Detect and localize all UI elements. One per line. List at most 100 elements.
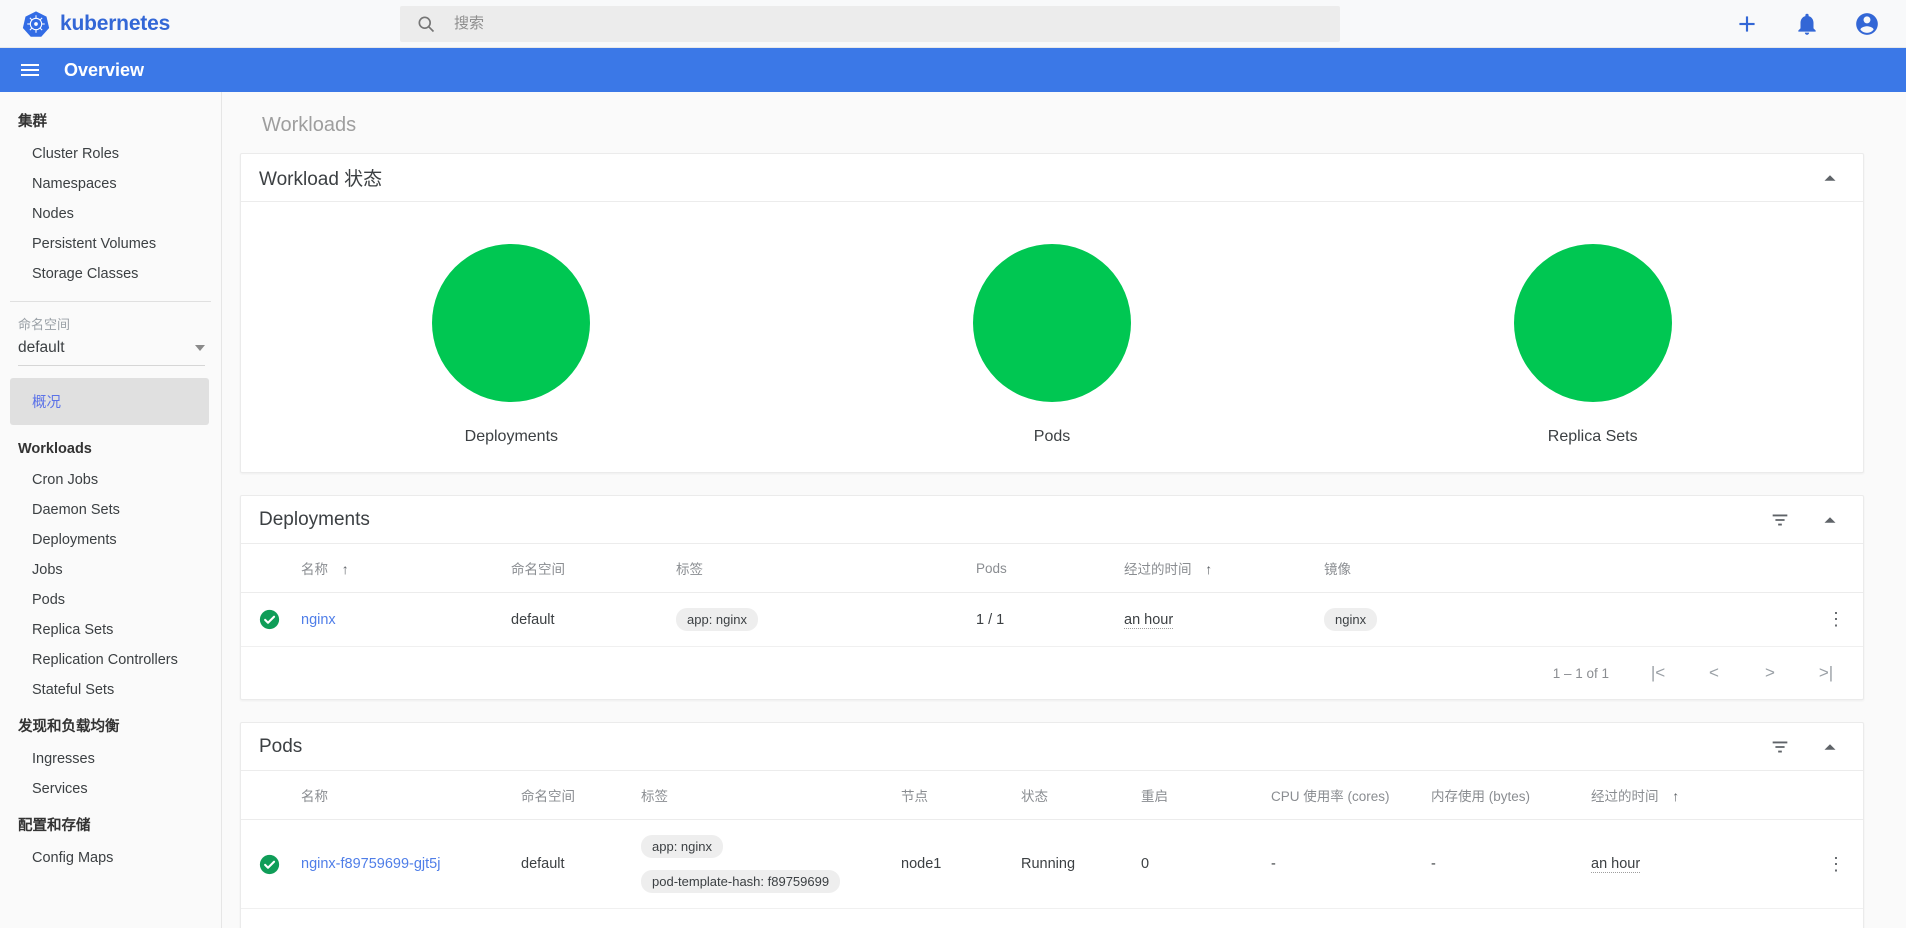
pod-cell-status bbox=[241, 819, 293, 909]
last-page-icon[interactable]: >| bbox=[1815, 663, 1837, 683]
pods-card: Pods 名称 命名空间 标签 节点 状态 重启 CPU 使用率 (cores)… bbox=[240, 722, 1864, 928]
topbar-actions bbox=[1734, 11, 1906, 37]
pie-chart-pods bbox=[973, 244, 1131, 402]
sidebar-item-deployments[interactable]: Deployments bbox=[0, 525, 221, 555]
sidebar-item-ingresses[interactable]: Ingresses bbox=[0, 744, 221, 774]
namespace-label: 命名空间 bbox=[18, 317, 71, 332]
filter-icon[interactable] bbox=[1769, 736, 1791, 758]
workload-status-card: Workload 状态 Deployments Pods Replica Set… bbox=[240, 153, 1864, 473]
dep-cell-pods: 1 / 1 bbox=[968, 592, 1116, 647]
dep-col-status bbox=[241, 544, 293, 593]
sidebar-item-replica-sets[interactable]: Replica Sets bbox=[0, 615, 221, 645]
sidebar-group-workloads: Workloads bbox=[18, 441, 92, 457]
deployments-actions bbox=[1769, 509, 1841, 531]
pod-col-namespace[interactable]: 命名空间 bbox=[513, 771, 633, 820]
bell-icon[interactable] bbox=[1794, 11, 1820, 37]
dep-col-age-label: 经过的时间 bbox=[1124, 562, 1192, 577]
namespace-value: default bbox=[18, 339, 65, 356]
dep-col-pods[interactable]: Pods bbox=[968, 544, 1116, 593]
filter-icon[interactable] bbox=[1769, 509, 1791, 531]
sidebar-item-services[interactable]: Services bbox=[0, 774, 221, 804]
dep-col-labels[interactable]: 标签 bbox=[668, 544, 968, 593]
sidebar-item-cluster-roles[interactable]: Cluster Roles bbox=[0, 139, 221, 169]
pod-col-status bbox=[241, 771, 293, 820]
pod-cell-node: node1 bbox=[893, 819, 1013, 909]
dep-cell-images: nginx bbox=[1316, 592, 1817, 647]
dep-cell-namespace: default bbox=[503, 592, 668, 647]
dep-col-images[interactable]: 镜像 bbox=[1316, 544, 1817, 593]
sidebar-item-replication-controllers[interactable]: Replication Controllers bbox=[0, 645, 221, 675]
pod-col-memory[interactable]: 内存使用 (bytes) bbox=[1423, 771, 1583, 820]
pod-col-node[interactable]: 节点 bbox=[893, 771, 1013, 820]
sidebar-group-config: 配置和存储 bbox=[18, 818, 91, 834]
deployments-card: Deployments 名称 ↑ 命名空间 标签 Pods 经过的时间 ↑ 镜像… bbox=[240, 495, 1864, 700]
pod-col-labels[interactable]: 标签 bbox=[633, 771, 893, 820]
pie-label-replica-sets: Replica Sets bbox=[1547, 428, 1638, 445]
pie-label-pods: Pods bbox=[1033, 428, 1071, 445]
account-circle-icon[interactable] bbox=[1854, 11, 1880, 37]
sort-asc-icon: ↑ bbox=[1672, 788, 1680, 804]
more-vert-icon[interactable]: ⋮ bbox=[1827, 854, 1845, 874]
more-vert-icon[interactable]: ⋮ bbox=[1827, 609, 1845, 629]
sidebar-item-stateful-sets[interactable]: Stateful Sets bbox=[0, 675, 221, 705]
sidebar-item-nodes[interactable]: Nodes bbox=[0, 199, 221, 229]
sidebar-item-cron-jobs[interactable]: Cron Jobs bbox=[0, 465, 221, 495]
hamburger-menu-icon[interactable] bbox=[18, 58, 42, 82]
chevron-up-icon[interactable] bbox=[1819, 509, 1841, 531]
workload-status-charts: Deployments Pods Replica Sets bbox=[241, 202, 1863, 472]
sidebar-item-overview[interactable]: 概况 bbox=[10, 378, 209, 425]
deployment-name-link[interactable]: nginx bbox=[301, 612, 336, 628]
pod-col-status-text[interactable]: 状态 bbox=[1013, 771, 1133, 820]
chevron-up-icon[interactable] bbox=[1819, 167, 1841, 189]
pod-cell-namespace: default bbox=[513, 819, 633, 909]
search-bar[interactable] bbox=[400, 5, 1340, 42]
deployments-pagination: 1 – 1 of 1 |< < > >| bbox=[241, 647, 1863, 699]
workload-status-header: Workload 状态 bbox=[241, 154, 1863, 202]
pods-pagination: 1 – 1 of 1 |< < > >| bbox=[241, 909, 1863, 928]
pod-cell-restarts: 0 bbox=[1133, 819, 1263, 909]
chevron-up-icon[interactable] bbox=[1819, 736, 1841, 758]
sidebar-item-namespaces[interactable]: Namespaces bbox=[0, 169, 221, 199]
page-title-header: Overview bbox=[64, 59, 145, 80]
dep-col-age[interactable]: 经过的时间 ↑ bbox=[1116, 544, 1316, 593]
pod-cell-actions: ⋮ bbox=[1817, 819, 1863, 909]
brand[interactable]: kubernetes bbox=[0, 10, 400, 38]
sidebar-item-jobs[interactable]: Jobs bbox=[0, 555, 221, 585]
search-input[interactable] bbox=[452, 14, 1324, 33]
pod-col-age[interactable]: 经过的时间 ↑ bbox=[1583, 771, 1817, 820]
sidebar-item-persistent-volumes[interactable]: Persistent Volumes bbox=[0, 229, 221, 259]
pod-col-name[interactable]: 名称 bbox=[293, 771, 513, 820]
prev-page-icon[interactable]: < bbox=[1703, 663, 1725, 683]
sidebar-item-config-maps[interactable]: Config Maps bbox=[0, 843, 221, 873]
sidebar-item-daemon-sets[interactable]: Daemon Sets bbox=[0, 495, 221, 525]
plus-icon[interactable] bbox=[1734, 11, 1760, 37]
chevron-down-icon bbox=[195, 345, 205, 351]
pods-header: Pods bbox=[241, 723, 1863, 771]
deployments-table-header-row: 名称 ↑ 命名空间 标签 Pods 经过的时间 ↑ 镜像 bbox=[241, 544, 1863, 593]
sidebar-item-storage-classes[interactable]: Storage Classes bbox=[0, 259, 221, 289]
pod-col-restarts[interactable]: 重启 bbox=[1133, 771, 1263, 820]
table-row[interactable]: nginx-f89759699-gjt5j default app: nginx… bbox=[241, 819, 1863, 909]
status-chart-replica-sets: Replica Sets bbox=[1322, 244, 1863, 446]
sidebar: 集群 Cluster Roles Namespaces Nodes Persis… bbox=[0, 92, 222, 928]
pod-cell-age: an hour bbox=[1583, 819, 1817, 909]
dep-col-namespace[interactable]: 命名空间 bbox=[503, 544, 668, 593]
next-page-icon[interactable]: > bbox=[1759, 663, 1781, 683]
dep-cell-name: nginx bbox=[293, 592, 503, 647]
namespace-select[interactable]: default bbox=[18, 336, 205, 366]
pods-table-header-row: 名称 命名空间 标签 节点 状态 重启 CPU 使用率 (cores) 内存使用… bbox=[241, 771, 1863, 820]
pods-title: Pods bbox=[259, 735, 303, 757]
search-icon bbox=[418, 16, 435, 32]
pod-col-cpu[interactable]: CPU 使用率 (cores) bbox=[1263, 771, 1423, 820]
dep-col-name[interactable]: 名称 ↑ bbox=[293, 544, 503, 593]
table-row[interactable]: nginx default app: nginx 1 / 1 an hour n… bbox=[241, 592, 1863, 647]
sidebar-group-discovery: 发现和负载均衡 bbox=[18, 719, 120, 735]
page-header-bar: Overview bbox=[0, 48, 1906, 92]
pod-name-link[interactable]: nginx-f89759699-gjt5j bbox=[301, 856, 440, 872]
sidebar-item-pods[interactable]: Pods bbox=[0, 585, 221, 615]
main-content: Workloads Workload 状态 Deployments Pods R… bbox=[222, 92, 1906, 928]
label-chip-stack: app: nginx pod-template-hash: f89759699 bbox=[641, 832, 885, 896]
dep-cell-labels: app: nginx bbox=[668, 592, 968, 647]
workload-status-title: Workload 状态 bbox=[259, 169, 383, 190]
first-page-icon[interactable]: |< bbox=[1647, 663, 1669, 683]
